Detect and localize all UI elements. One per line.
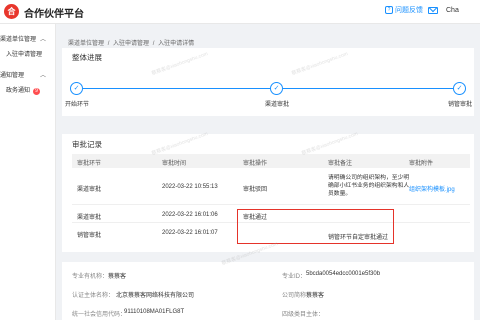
table-cell-comment: 请明确公司的组织架构，至少明确部小红书业务的组织架构和人员数量。 bbox=[328, 175, 410, 197]
progress-steps: ✓ ✓ ✓ 开始环节 渠道审批 销管审批 bbox=[65, 82, 473, 112]
breadcrumb-separator: / bbox=[107, 41, 110, 47]
highlight-box bbox=[237, 209, 394, 244]
info-value: 北京蔡蔡客网络科技有限公司 bbox=[116, 293, 195, 299]
sidebar-group-notice[interactable]: 通知管理 ︿ bbox=[0, 68, 56, 80]
chevron-up-icon: ︿ bbox=[39, 73, 46, 79]
feedback-button[interactable]: ? 问题反馈 bbox=[385, 5, 423, 15]
info-label: 专业ID： bbox=[282, 274, 307, 280]
top-bar: 合 合作伙伴平台 ? 问题反馈 Cha bbox=[0, 0, 480, 24]
sidebar-group-label: 渠道单位管理 bbox=[0, 37, 37, 43]
step-label: 销管审批 bbox=[447, 102, 473, 108]
sidebar-item-gov-notice[interactable]: 政务通知 9 bbox=[6, 85, 41, 95]
check-icon: ✓ bbox=[453, 82, 466, 95]
column-header: 审批备注 bbox=[328, 161, 353, 167]
breadcrumb-current: 入驻申请详情 bbox=[158, 41, 195, 47]
step-connector bbox=[283, 88, 453, 89]
info-label: 四级类目主体： bbox=[282, 312, 325, 318]
chevron-up-icon: ︿ bbox=[39, 37, 46, 43]
table-cell-time: 2022-03-22 10:55:13 bbox=[162, 184, 218, 190]
attachment-link[interactable]: 组织架构模板.jpg bbox=[409, 184, 455, 193]
notification-badge: 9 bbox=[33, 88, 41, 95]
records-table-header: 审批环节 审批时间 审批操作 审批备注 审批附件 bbox=[72, 154, 470, 168]
breadcrumb-item[interactable]: 渠道单位管理 bbox=[68, 41, 104, 47]
table-cell-action: 审批驳回 bbox=[243, 187, 268, 193]
feedback-icon: ? bbox=[385, 6, 393, 14]
breadcrumb: 渠道单位管理 / 入驻申请管理 / 入驻申请详情 bbox=[68, 38, 196, 47]
user-name[interactable]: Cha bbox=[446, 7, 459, 14]
info-label: 专业有机称： bbox=[72, 274, 109, 280]
logo-icon: 合 bbox=[4, 4, 19, 19]
breadcrumb-item[interactable]: 入驻申请管理 bbox=[113, 41, 149, 47]
table-cell-stage: 渠道审批 bbox=[77, 187, 102, 193]
mail-icon[interactable] bbox=[428, 7, 438, 14]
row-divider bbox=[72, 204, 470, 205]
table-cell-stage: 渠道审批 bbox=[77, 215, 102, 221]
step-label: 开始环节 bbox=[64, 102, 90, 108]
sidebar-item-label: 入驻申请管理 bbox=[6, 52, 43, 58]
sidebar: 渠道单位管理 ︿ 入驻申请管理 通知管理 ︿ 政务通知 9 bbox=[0, 24, 56, 320]
info-value: 91110108MA01FLG8T bbox=[124, 309, 185, 315]
column-header: 审批附件 bbox=[409, 161, 434, 167]
info-label: 统一社会信用代码： bbox=[72, 312, 127, 318]
progress-title: 整体进展 bbox=[72, 53, 102, 62]
sidebar-item-apply-manage[interactable]: 入驻申请管理 bbox=[6, 49, 42, 58]
info-value: 蔡蔡客 bbox=[306, 293, 325, 299]
app-title: 合作伙伴平台 bbox=[24, 9, 84, 20]
sidebar-group-label: 通知管理 bbox=[0, 73, 25, 79]
feedback-label: 问题反馈 bbox=[395, 7, 423, 14]
info-label: 认证主体名称： bbox=[72, 293, 115, 299]
breadcrumb-separator: / bbox=[152, 41, 155, 47]
step-connector bbox=[83, 88, 271, 89]
column-header: 审批操作 bbox=[243, 161, 268, 167]
info-value: 5bcda0054edcc0001e5f30b bbox=[306, 271, 381, 277]
info-value: 蔡蔡客 bbox=[108, 274, 127, 280]
table-cell-stage: 销管审批 bbox=[77, 233, 102, 239]
column-header: 审批环节 bbox=[77, 161, 102, 167]
check-icon: ✓ bbox=[270, 82, 283, 95]
column-header: 审批时间 bbox=[162, 161, 187, 167]
records-title: 审批记录 bbox=[72, 140, 102, 149]
sidebar-group-channel[interactable]: 渠道单位管理 ︿ bbox=[0, 32, 56, 44]
step-label: 渠道审批 bbox=[264, 102, 290, 108]
check-icon: ✓ bbox=[70, 82, 83, 95]
table-cell-time: 2022-03-22 16:01:06 bbox=[162, 212, 218, 218]
table-cell-time: 2022-03-22 16:01:07 bbox=[162, 230, 218, 236]
sidebar-item-label: 政务通知 bbox=[6, 88, 31, 94]
